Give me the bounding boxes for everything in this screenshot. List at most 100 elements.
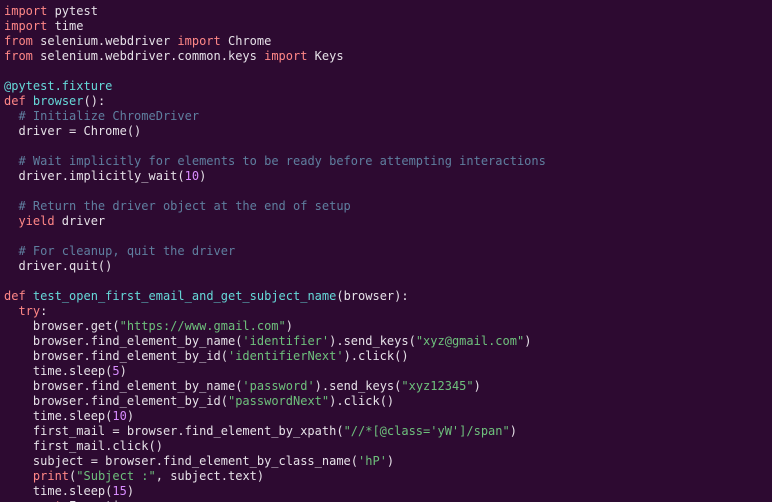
- code-line: first_mail = browser.find_element_by_xpa…: [4, 424, 517, 438]
- code-token-plain: pytest: [47, 4, 98, 18]
- code-token-plain: ).click(): [344, 349, 409, 363]
- code-line: subject = browser.find_element_by_class_…: [4, 454, 394, 468]
- code-line: from selenium.webdriver.common.keys impo…: [4, 49, 344, 63]
- code-line: print("Subject :", subject.text): [4, 469, 264, 483]
- code-token-plain: driver = Chrome(): [4, 124, 141, 138]
- code-token-str: 'identifier': [242, 334, 329, 348]
- code-token-str: "xyz12345": [401, 379, 473, 393]
- code-line: # Return the driver object at the end of…: [4, 199, 351, 213]
- code-token-num: 5: [112, 364, 119, 378]
- code-line: time.sleep(15): [4, 484, 134, 498]
- code-token-plain: ): [387, 454, 394, 468]
- code-token-plain: :: [40, 304, 47, 318]
- code-line: # Initialize ChromeDriver: [4, 109, 199, 123]
- code-token-plain: first_mail = browser.find_element_by_xpa…: [4, 424, 344, 438]
- code-token-plain: ): [524, 334, 531, 348]
- code-token-kw: def: [4, 94, 26, 108]
- code-line: browser.find_element_by_name('password')…: [4, 379, 481, 393]
- code-line: import pytest: [4, 4, 98, 18]
- code-token-plain: Chrome: [221, 34, 272, 48]
- code-line: driver = Chrome(): [4, 124, 141, 138]
- code-token-plain: ).send_keys(: [315, 379, 402, 393]
- code-line: @pytest.fixture: [4, 79, 112, 93]
- code-token-kw: yield: [18, 214, 54, 228]
- code-token-plain: ): [286, 319, 293, 333]
- code-editor[interactable]: import pytest import time from selenium.…: [0, 0, 772, 502]
- code-line: import time: [4, 19, 83, 33]
- code-token-plain: (browser):: [336, 289, 408, 303]
- code-token-num: 10: [185, 169, 199, 183]
- code-token-cmt: # For cleanup, quit the driver: [18, 244, 235, 258]
- code-token-plain: ():: [84, 94, 106, 108]
- code-line: browser.find_element_by_name('identifier…: [4, 334, 531, 348]
- code-line: time.sleep(10): [4, 409, 134, 423]
- code-token-num: 15: [112, 484, 126, 498]
- code-token-plain: [4, 214, 18, 228]
- code-line: browser.find_element_by_id('identifierNe…: [4, 349, 409, 363]
- code-token-plain: [4, 304, 18, 318]
- code-token-plain: , subject.text): [156, 469, 264, 483]
- code-line: driver.quit(): [4, 259, 112, 273]
- code-line: yield driver: [4, 214, 105, 228]
- code-token-cmt: # Return the driver object at the end of…: [18, 199, 350, 213]
- code-token-plain: ): [510, 424, 517, 438]
- code-token-plain: ).click(): [329, 394, 394, 408]
- code-token-kw: import: [177, 34, 220, 48]
- code-token-kw: import: [264, 49, 307, 63]
- code-token-dec: @pytest.fixture: [4, 79, 112, 93]
- code-line: driver.implicitly_wait(10): [4, 169, 206, 183]
- code-token-plain: [4, 469, 33, 483]
- code-token-plain: [4, 199, 18, 213]
- code-token-plain: driver: [55, 214, 106, 228]
- code-token-plain: time.sleep(: [4, 409, 112, 423]
- code-token-kw: import: [4, 19, 47, 33]
- code-token-cmt: # Initialize ChromeDriver: [18, 109, 199, 123]
- code-token-plain: subject = browser.find_element_by_class_…: [4, 454, 358, 468]
- code-token-kw: from: [4, 34, 33, 48]
- code-token-plain: [26, 94, 33, 108]
- code-token-num: 10: [112, 409, 126, 423]
- code-token-plain: time.sleep(: [4, 484, 112, 498]
- code-token-plain: selenium.webdriver.common.keys: [33, 49, 264, 63]
- code-token-plain: [26, 289, 33, 303]
- code-line: try:: [4, 304, 47, 318]
- code-token-plain: browser.find_element_by_name(: [4, 379, 242, 393]
- code-token-str: "//*[@class='yW']/span": [344, 424, 510, 438]
- code-token-plain: browser.find_element_by_id(: [4, 349, 228, 363]
- code-token-plain: ): [474, 379, 481, 393]
- code-token-str: 'identifierNext': [228, 349, 344, 363]
- code-token-plain: browser.find_element_by_id(: [4, 394, 228, 408]
- code-line: browser.find_element_by_id("passwordNext…: [4, 394, 394, 408]
- code-token-kw: try: [18, 304, 40, 318]
- code-token-plain: first_mail.click(): [4, 439, 163, 453]
- code-token-str: "https://www.gmail.com": [120, 319, 286, 333]
- code-token-plain: driver.implicitly_wait(: [4, 169, 185, 183]
- code-token-str: 'hP': [358, 454, 387, 468]
- code-token-plain: time.sleep(: [4, 364, 112, 378]
- code-token-str: "passwordNext": [228, 394, 329, 408]
- code-line: first_mail.click(): [4, 439, 163, 453]
- code-token-plain: browser.get(: [4, 319, 120, 333]
- code-token-plain: time: [47, 19, 83, 33]
- code-line: from selenium.webdriver import Chrome: [4, 34, 271, 48]
- code-token-cmt: # Wait implicitly for elements to be rea…: [18, 154, 545, 168]
- code-token-str: "Subject :": [76, 469, 155, 483]
- code-token-plain: [4, 244, 18, 258]
- code-token-plain: driver.quit(): [4, 259, 112, 273]
- code-token-plain: ): [127, 409, 134, 423]
- code-token-plain: ): [120, 364, 127, 378]
- code-line: time.sleep(5): [4, 364, 127, 378]
- code-token-str: "xyz@gmail.com": [416, 334, 524, 348]
- code-token-kw: import: [4, 4, 47, 18]
- code-token-kw: def: [4, 289, 26, 303]
- code-line: def browser():: [4, 94, 105, 108]
- code-token-plain: Keys: [307, 49, 343, 63]
- code-token-plain: browser.find_element_by_name(: [4, 334, 242, 348]
- code-token-fn: browser: [33, 94, 84, 108]
- code-token-plain: [4, 154, 18, 168]
- code-line: browser.get("https://www.gmail.com"): [4, 319, 293, 333]
- code-token-plain: ).send_keys(: [329, 334, 416, 348]
- code-token-plain: [4, 109, 18, 123]
- code-token-plain: ): [127, 484, 134, 498]
- code-line: # Wait implicitly for elements to be rea…: [4, 154, 546, 168]
